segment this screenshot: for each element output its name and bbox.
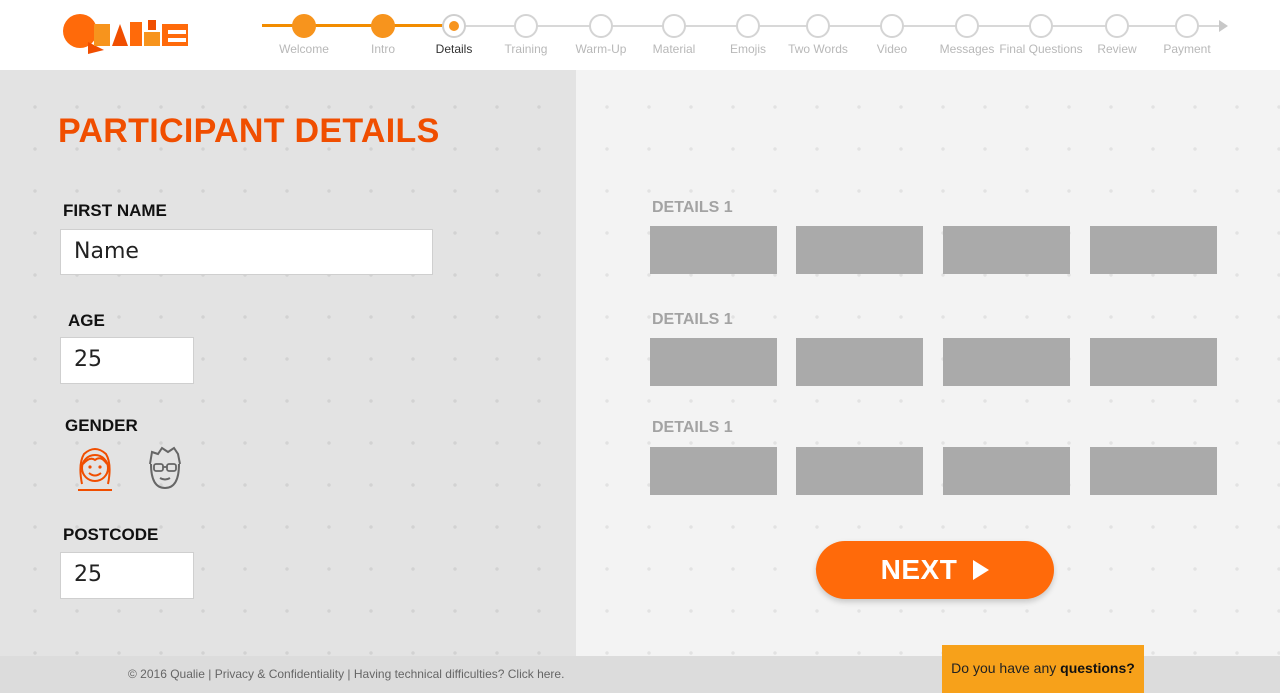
step-label: Payment bbox=[1163, 42, 1211, 56]
step-dot-icon bbox=[589, 14, 613, 38]
details-option[interactable] bbox=[796, 338, 923, 386]
copyright-text: © 2016 Qualie bbox=[128, 667, 205, 681]
progress-step: Welcome bbox=[259, 12, 349, 56]
next-button[interactable]: NEXT bbox=[816, 541, 1054, 599]
participant-form-panel: PARTICIPANT DETAILS FIRST NAME Name AGE … bbox=[0, 70, 576, 656]
step-dot-icon bbox=[292, 14, 316, 38]
postcode-label: POSTCODE bbox=[63, 525, 159, 544]
details-option[interactable] bbox=[1090, 226, 1217, 274]
privacy-link[interactable]: Privacy & Confidentiality bbox=[215, 667, 344, 681]
details-option[interactable] bbox=[1090, 447, 1217, 495]
step-dot-icon bbox=[442, 14, 466, 38]
step-dot-icon bbox=[736, 14, 760, 38]
details-group-label: DETAILS 1 bbox=[652, 311, 733, 328]
details-option[interactable] bbox=[650, 338, 777, 386]
questions-strong: questions? bbox=[1060, 660, 1135, 676]
step-dot-icon bbox=[514, 14, 538, 38]
footer-text: © 2016 Qualie | Privacy & Confidentialit… bbox=[128, 667, 565, 681]
step-label: Welcome bbox=[279, 42, 329, 56]
age-label: AGE bbox=[68, 311, 105, 330]
details-group-label: DETAILS 1 bbox=[652, 199, 733, 216]
help-link[interactable]: Having technical difficulties? Click her… bbox=[354, 667, 565, 681]
play-arrow-icon bbox=[973, 560, 990, 580]
details-option-row bbox=[650, 447, 1218, 495]
details-option[interactable] bbox=[650, 447, 777, 495]
details-option[interactable] bbox=[650, 226, 777, 274]
step-dot-icon bbox=[1029, 14, 1053, 38]
step-dot-icon bbox=[880, 14, 904, 38]
progress-stepper: Welcome Intro Details Training Warm-Up Materi… bbox=[262, 12, 1232, 62]
first-name-input[interactable]: Name bbox=[60, 229, 433, 275]
postcode-input[interactable]: 25 bbox=[60, 552, 194, 599]
qualie-logo[interactable] bbox=[60, 12, 192, 56]
step-dot-icon bbox=[806, 14, 830, 38]
male-face-icon[interactable] bbox=[144, 444, 186, 492]
details-option[interactable] bbox=[796, 226, 923, 274]
gender-label: GENDER bbox=[65, 416, 138, 435]
page-title: PARTICIPANT DETAILS bbox=[58, 112, 440, 150]
step-dot-icon bbox=[1175, 14, 1199, 38]
questions-prefix: Do you have any bbox=[951, 660, 1061, 676]
qualie-logo-icon bbox=[63, 14, 188, 54]
details-option[interactable] bbox=[943, 226, 1070, 274]
details-option[interactable] bbox=[943, 447, 1070, 495]
details-option-row bbox=[650, 338, 1218, 386]
progress-step: Payment bbox=[1142, 12, 1232, 56]
female-face-icon[interactable] bbox=[74, 444, 116, 492]
next-button-label: NEXT bbox=[880, 554, 958, 585]
step-dot-icon bbox=[662, 14, 686, 38]
details-option[interactable] bbox=[796, 447, 923, 495]
questions-button[interactable]: Do you have any questions? bbox=[942, 645, 1144, 693]
details-panel: DETAILS 1 DETAILS 1 DETAILS 1 NEXT bbox=[576, 70, 1280, 656]
step-dot-icon bbox=[371, 14, 395, 38]
step-dot-icon bbox=[955, 14, 979, 38]
details-option-row bbox=[650, 226, 1218, 274]
details-option[interactable] bbox=[1090, 338, 1217, 386]
header: Welcome Intro Details Training Warm-Up Materi… bbox=[0, 0, 1280, 70]
step-dot-icon bbox=[1105, 14, 1129, 38]
details-group-label: DETAILS 1 bbox=[652, 419, 733, 436]
age-input[interactable]: 25 bbox=[60, 337, 194, 384]
details-option[interactable] bbox=[943, 338, 1070, 386]
first-name-label: FIRST NAME bbox=[63, 201, 167, 220]
